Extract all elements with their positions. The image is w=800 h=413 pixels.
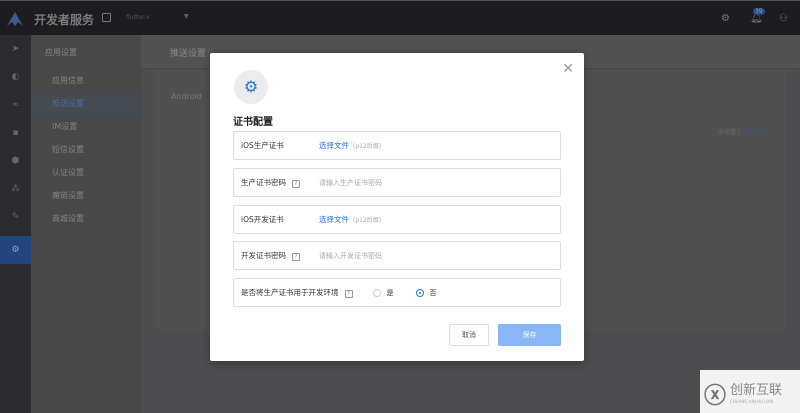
dev-cert-password-input[interactable] [319,251,539,260]
sidebar-item-magic-link[interactable]: 魔链设置 [31,184,141,207]
radio-circle-selected[interactable] [415,288,424,297]
sidebar-item-mall[interactable]: 商城设置 [31,207,141,230]
top-bar: 开发者服务 flutter-x ▼ ⚙ 🔔︎ 39 ⚇ [0,0,800,35]
settings-sidebar: 应用设置 应用信息 推送设置 IM设置 短信设置 认证设置 魔链设置 商城设置 [31,35,141,413]
send-icon[interactable]: ➤ [0,35,31,63]
help-icon[interactable]: ? [292,180,300,188]
watermark-icon: ⓧ [704,384,727,409]
file-hint: (p12后缀) [353,217,382,224]
settings-icon[interactable]: ⚙ [721,13,730,24]
message-icon[interactable]: ▪ [0,119,31,147]
gear-icon: ⚙ [234,70,268,104]
field-label: 是否将生产证书用于开发环境? [241,287,353,298]
chevron-down-icon[interactable]: ▼ [184,13,189,20]
watermark-logo: ⓧ 创新互联 CHUANG XIN HU LIAN [700,370,800,413]
radio-no[interactable]: 否 [415,288,437,298]
watermark-subtext: CHUANG XIN HU LIAN [730,399,774,404]
notification-badge: 39 [753,8,765,15]
shield-icon[interactable]: ⬢ [0,147,31,175]
ios-prod-cert-row: iOS生产证书 选择文件 (p12后缀) [233,131,561,160]
gear-icon[interactable]: ⚙ [0,236,31,264]
doc-link[interactable]: 集成文档 [742,129,766,136]
sidebar-item-auth[interactable]: 认证设置 [31,161,141,184]
status-links: 未设置 | 集成文档 [718,129,766,136]
ios-dev-cert-row: iOS开发证书 选择文件 (p12后缀) [233,205,561,234]
page-title: 推送设置 [170,49,207,59]
choose-file-button[interactable]: 选择文件 [319,214,349,225]
field-label: 生产证书密码? [241,177,319,188]
prod-cert-password-input[interactable] [319,178,539,187]
link-icon[interactable]: ∞ [0,91,31,119]
app-icon [102,13,111,22]
sidebar-heading: 应用设置 [45,48,77,57]
sidebar-item-sms[interactable]: 短信设置 [31,138,141,161]
choose-file-button[interactable]: 选择文件 [319,140,349,151]
close-icon[interactable]: ✕ [562,61,574,77]
dev-cert-password-row: 开发证书密码? [233,241,561,270]
app-selector[interactable]: flutter-x [126,14,150,21]
certificate-dialog: ✕ ⚙ 证书配置 iOS生产证书 选择文件 (p12后缀) 生产证书密码? iO… [210,53,584,361]
platform-tab-android[interactable]: Android [171,92,202,101]
status-text: 未设置 [718,129,737,136]
field-label: 开发证书密码? [241,250,319,261]
sidebar-item-push[interactable]: 推送设置 [31,92,141,115]
edit-icon[interactable]: ✎ [0,203,31,231]
help-icon[interactable]: ? [292,253,300,261]
cancel-button[interactable]: 取消 [449,324,489,346]
field-label: iOS开发证书 [241,215,284,224]
watermark-text: 创新互联 [730,383,783,398]
sidebar-item-app-info[interactable]: 应用信息 [31,69,141,92]
brand-title: 开发者服务 [34,13,95,27]
dialog-title: 证书配置 [233,117,273,128]
compass-icon[interactable]: ◐ [0,63,31,91]
icon-rail: ➤ ◐ ∞ ▪ ⬢ ⁂ ✎ ⚙ [0,35,31,413]
use-prod-cert-row: 是否将生产证书用于开发环境? 是 否 [233,278,561,307]
cluster-icon[interactable]: ⁂ [0,175,31,203]
radio-circle[interactable] [372,288,381,297]
radio-yes[interactable]: 是 [372,288,394,298]
field-label: iOS生产证书 [241,141,284,150]
file-hint: (p12后缀) [353,143,382,150]
prod-cert-password-row: 生产证书密码? [233,168,561,197]
save-button[interactable]: 保存 [498,324,561,346]
user-icon[interactable]: ⚇ [779,13,788,24]
sidebar-item-im[interactable]: IM设置 [31,115,141,138]
help-icon[interactable]: ? [344,290,353,298]
logo-icon [7,12,23,26]
